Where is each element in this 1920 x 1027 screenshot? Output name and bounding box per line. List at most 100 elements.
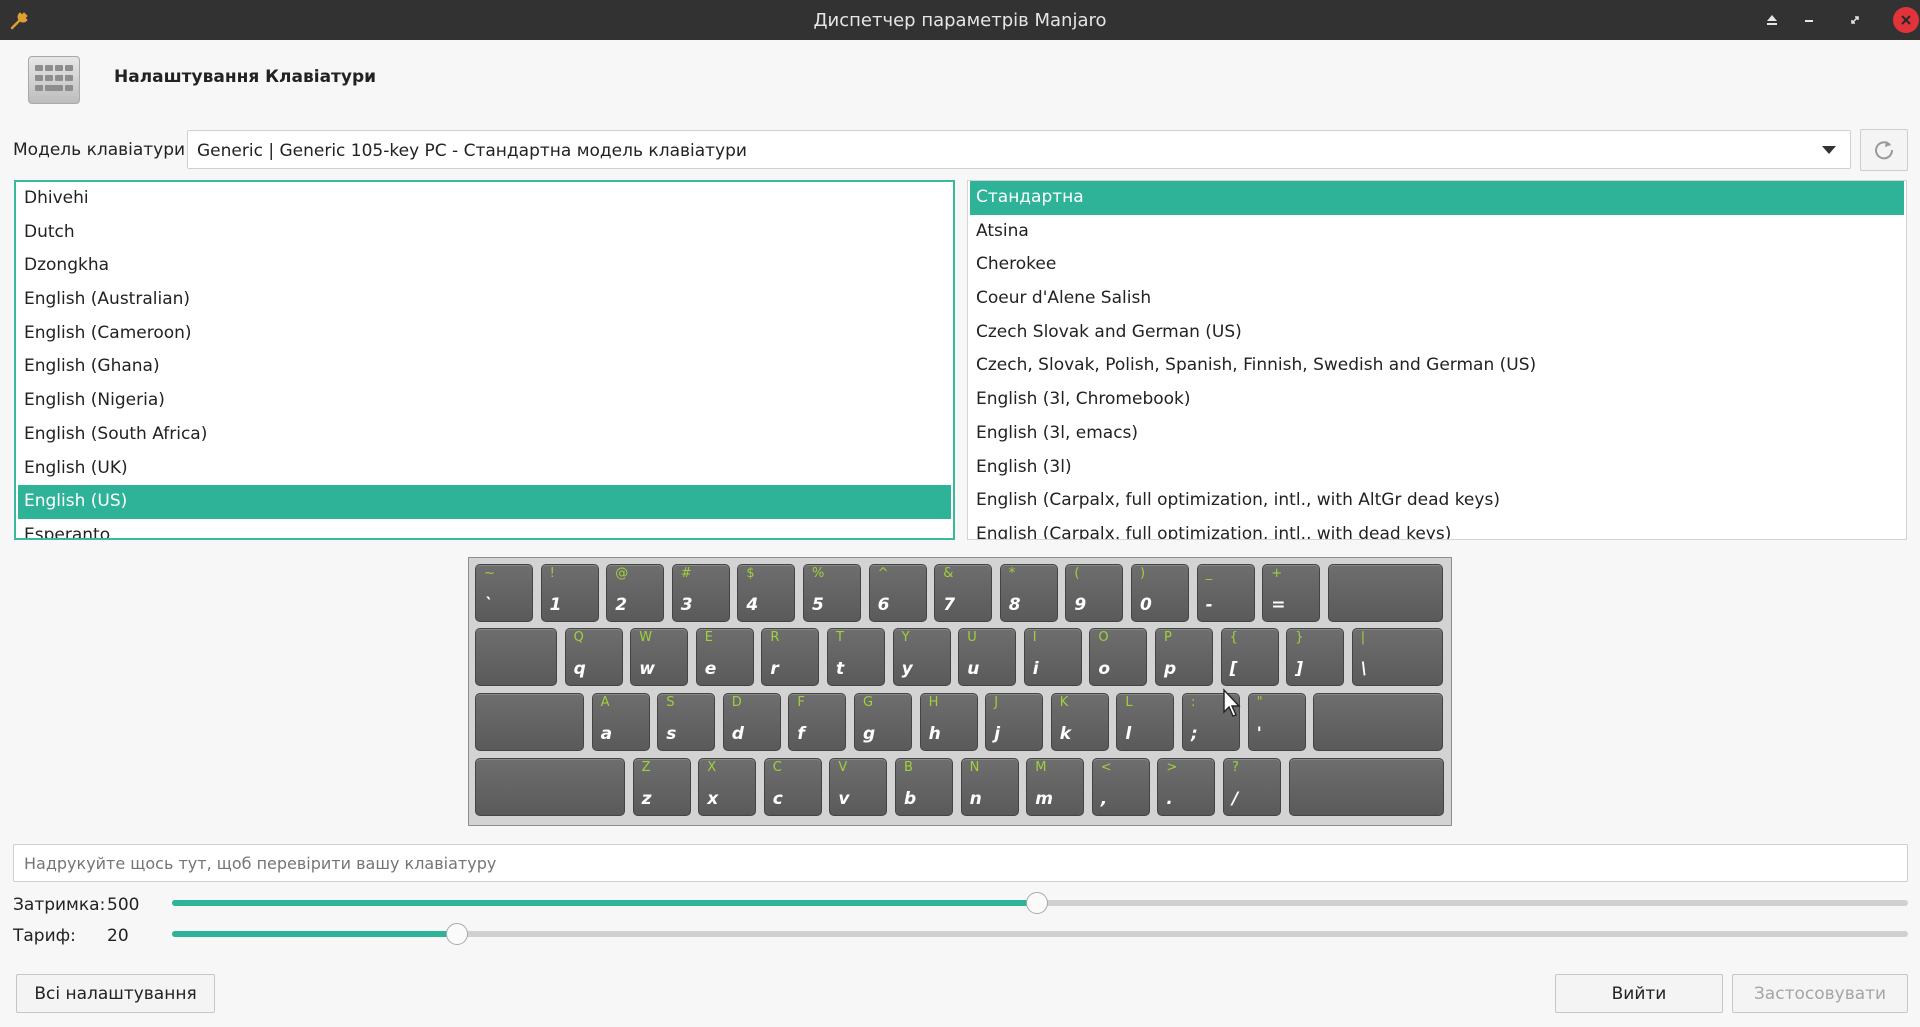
variant-list-item[interactable]: English (3l, Chromebook) <box>970 383 1904 417</box>
key-shift-label: G <box>863 695 874 710</box>
key-shift-label: U <box>967 630 977 645</box>
key-char: ^ 6 <box>868 564 927 622</box>
key-base-label: 7 <box>943 595 956 615</box>
variant-list-item[interactable]: English (Carpalx, full optimization, int… <box>970 484 1904 518</box>
key-shift-label: > <box>1166 760 1178 775</box>
maximize-button[interactable] <box>1843 8 1867 32</box>
key-char: Jj <box>985 693 1044 751</box>
variant-list-item[interactable]: Coeur d'Alene Salish <box>970 282 1904 316</box>
key-base-label: ` <box>484 595 493 615</box>
key-char: Ss <box>657 693 716 751</box>
apply-button[interactable]: Застосовувати <box>1732 974 1908 1013</box>
key-shift-label: V <box>838 760 848 775</box>
variant-list-item[interactable]: English (3l) <box>970 451 1904 485</box>
layout-list-item[interactable]: Esperanto <box>18 519 951 538</box>
key-base-label: q <box>573 659 586 679</box>
key-base-label: / <box>1232 789 1239 809</box>
layout-list[interactable]: Dhivehi Dutch Dzongkha English (Australian)… <box>14 180 955 540</box>
delay-slider-fill <box>172 900 1037 906</box>
variant-list-item[interactable]: Czech, Slovak, Polish, Spanish, Finnish,… <box>970 349 1904 383</box>
key-shift-label: $ <box>746 566 755 581</box>
variant-list-item[interactable]: Стандартна <box>970 181 1904 215</box>
layout-list-item[interactable]: Dhivehi <box>18 182 951 216</box>
key-shift-label: E <box>704 630 714 645</box>
keep-above-button[interactable] <box>1760 8 1784 32</box>
key-base-label: t <box>836 659 845 679</box>
rate-value: 20 <box>107 926 129 946</box>
variant-list-item[interactable]: Atsina <box>970 215 1904 249</box>
delay-slider-handle[interactable] <box>1025 892 1048 914</box>
reset-model-button[interactable] <box>1860 129 1908 171</box>
title-bar: Диспетчер параметрів Manjaro <box>0 0 1920 40</box>
key-char: Ii <box>1023 628 1082 686</box>
keyboard-model-value: Generic | Generic 105-key PC - Стандартн… <box>197 141 747 161</box>
key-char: _ - <box>1196 564 1255 622</box>
close-button[interactable] <box>1893 7 1919 33</box>
key-base-label: 3 <box>680 595 693 615</box>
key-shift-label: # <box>680 566 692 581</box>
key-shift-label: A <box>600 695 610 710</box>
key-shift-label: { <box>1229 630 1238 645</box>
key-char: Ff <box>788 693 847 751</box>
layout-list-item[interactable]: Dutch <box>18 216 951 250</box>
maximize-icon <box>1851 16 1859 24</box>
key-char: Nn <box>960 758 1019 816</box>
variant-list-item[interactable]: English (Carpalx, full optimization, int… <box>970 518 1904 539</box>
key-char: Bb <box>895 758 953 816</box>
layout-list-item[interactable]: English (Nigeria) <box>18 384 951 418</box>
key-char: " ' <box>1247 693 1306 751</box>
key-char: @2 <box>606 564 665 622</box>
key-modifier <box>475 693 584 751</box>
key-char: $4 <box>737 564 796 622</box>
variant-list-item[interactable]: English (3l, emacs) <box>970 417 1904 451</box>
keyboard-model-label: Модель клавіатури: <box>13 140 191 160</box>
rate-label: Тариф: <box>13 926 76 946</box>
key-base-label: 0 <box>1140 595 1152 615</box>
layout-list-item[interactable]: English (UK) <box>18 452 951 486</box>
key-base-label: ; <box>1191 724 1198 744</box>
key-shift-label: } <box>1295 630 1304 645</box>
refresh-icon <box>1875 141 1894 160</box>
key-base-label: 9 <box>1074 595 1087 615</box>
chevron-down-icon <box>1822 146 1836 154</box>
keyboard-model-select[interactable]: Generic | Generic 105-key PC - Стандартн… <box>187 130 1851 169</box>
key-shift-label: " <box>1256 695 1263 710</box>
layout-list-item[interactable]: English (Australian) <box>18 283 951 317</box>
keyboard-test-input[interactable] <box>13 844 1908 882</box>
key-modifier <box>475 758 625 816</box>
key-char: * 8 <box>999 564 1058 622</box>
key-char: ? / <box>1223 758 1281 816</box>
key-shift-label: Y <box>901 630 910 645</box>
layout-list-item[interactable]: Dzongkha <box>18 249 951 283</box>
all-settings-button[interactable]: Всі налаштування <box>16 974 215 1013</box>
mouse-cursor-icon <box>1223 688 1241 717</box>
key-base-label: a <box>600 724 613 744</box>
variant-list-item[interactable]: Czech Slovak and German (US) <box>970 316 1904 350</box>
key-base-label: 5 <box>812 595 824 615</box>
key-char: Oo <box>1089 628 1148 686</box>
key-shift-label: F <box>797 695 805 710</box>
key-char: | \ <box>1351 628 1443 686</box>
rate-slider[interactable] <box>172 923 1908 945</box>
layout-list-item[interactable]: English (Cameroon) <box>18 317 951 351</box>
layout-list-item[interactable]: English (South Africa) <box>18 418 951 452</box>
layout-list-item[interactable]: English (US) <box>18 485 951 519</box>
layout-list-item[interactable]: English (Ghana) <box>18 350 951 384</box>
key-shift-label: @ <box>615 566 629 581</box>
key-base-label: , <box>1100 789 1108 809</box>
key-base-label: = <box>1271 595 1286 615</box>
key-shift-label: + <box>1271 566 1283 581</box>
key-char: Xx <box>698 758 757 816</box>
key-base-label: j <box>994 724 1001 744</box>
rate-slider-handle[interactable] <box>445 923 468 945</box>
variant-list-item[interactable]: Cherokee <box>970 248 1904 282</box>
key-modifier <box>1327 564 1443 622</box>
key-char: <, <box>1091 758 1150 816</box>
key-char: Ee <box>695 628 754 686</box>
variant-list[interactable]: Стандартна Atsina Cherokee Coeur d'Alene Sa… <box>967 180 1907 540</box>
delay-slider[interactable] <box>172 892 1908 914</box>
key-base-label: k <box>1059 724 1072 744</box>
quit-button[interactable]: Вийти <box>1555 974 1723 1013</box>
minimize-button[interactable] <box>1797 8 1821 32</box>
key-char: Qq <box>564 628 623 686</box>
